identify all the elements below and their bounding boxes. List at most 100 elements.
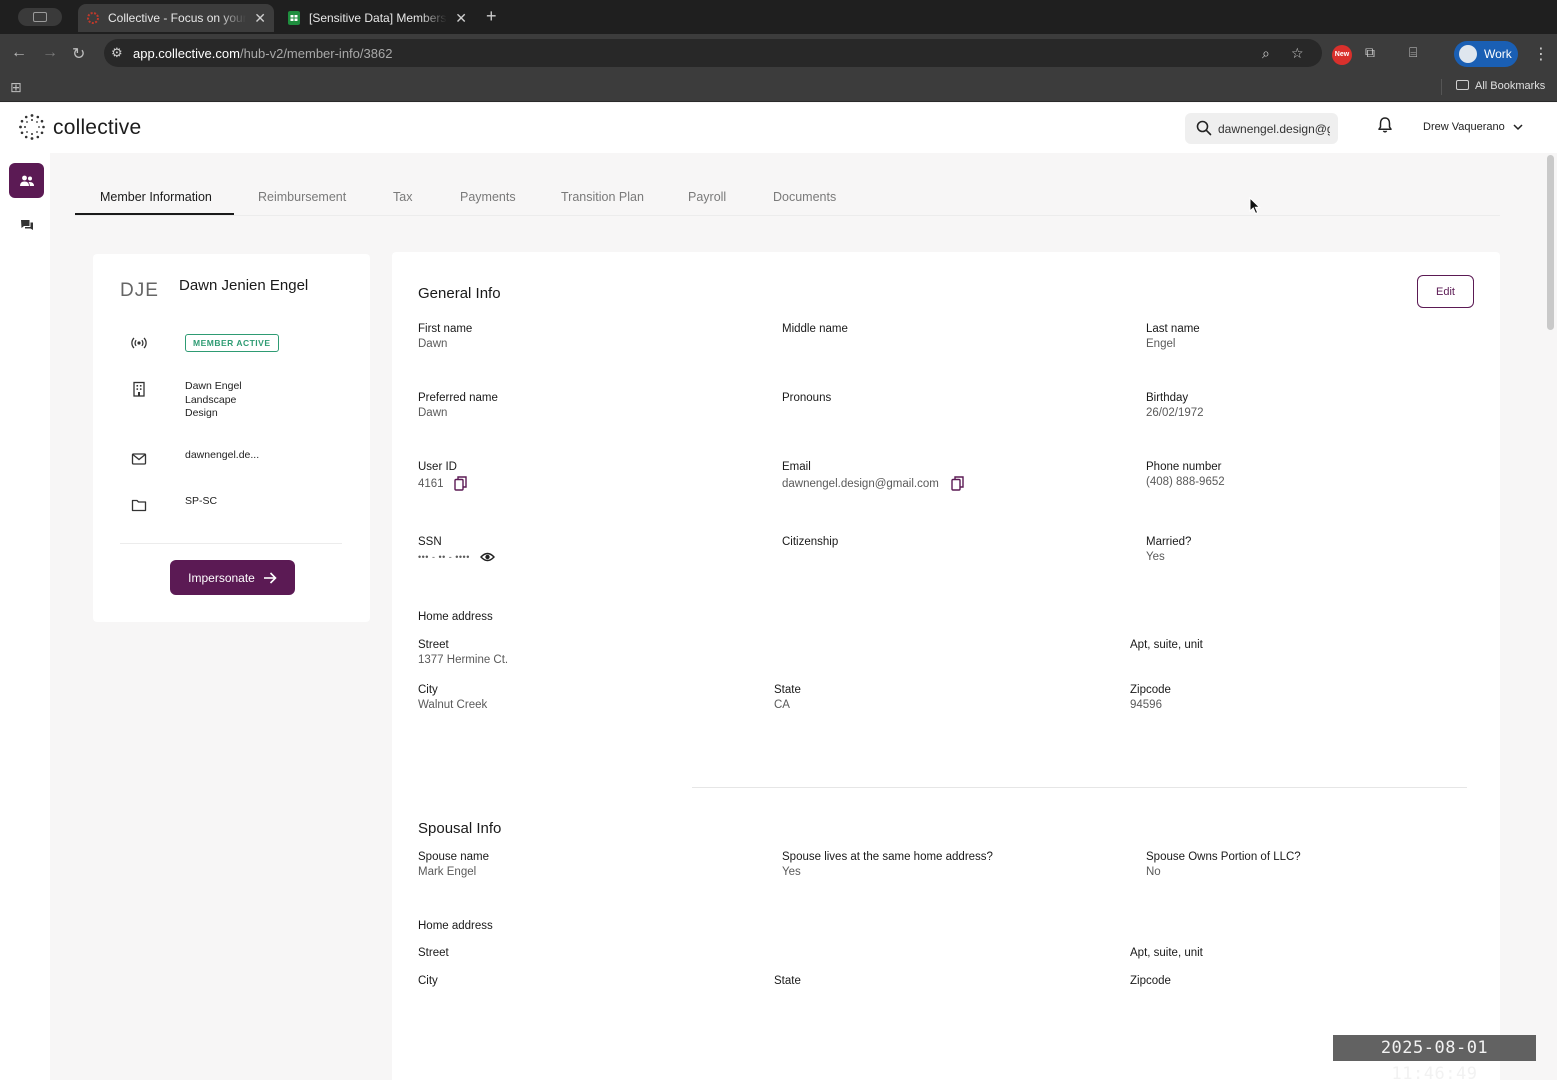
browser-tab-sheets[interactable]: [Sensitive Data] Members wi ✕: [279, 4, 475, 32]
middle-name-field: Middle name: [782, 323, 848, 338]
edit-button[interactable]: Edit: [1417, 275, 1474, 308]
extension-new-badge[interactable]: New: [1332, 45, 1352, 65]
apps-grid-icon[interactable]: ⊞: [10, 79, 22, 96]
reload-icon[interactable]: ↻: [72, 44, 85, 64]
all-bookmarks-button[interactable]: All Bookmarks: [1456, 80, 1545, 92]
field-label: State: [774, 684, 801, 696]
field-label: Last name: [1146, 323, 1200, 335]
chevron-down-icon: [1513, 124, 1523, 131]
member-tabs: Member Information Reimbursement Tax Pay…: [75, 182, 1500, 216]
rail-messages-button[interactable]: [9, 208, 44, 243]
tab-member-information[interactable]: Member Information: [100, 190, 212, 204]
spouse-street-field: Street: [418, 947, 449, 962]
extensions-puzzle-icon[interactable]: ⧉: [1365, 44, 1375, 61]
browser-profile-button[interactable]: Work: [1454, 41, 1518, 67]
browser-menu-icon[interactable]: ⋮: [1533, 44, 1549, 64]
impersonate-label: Impersonate: [188, 570, 255, 585]
search-input[interactable]: [1218, 120, 1330, 138]
new-tab-button[interactable]: +: [486, 6, 497, 27]
logo-wordmark[interactable]: collective: [53, 116, 141, 140]
browser-toolbar: ← → ↻ ⚙ app.collective.com/hub-v2/member…: [0, 34, 1557, 72]
building-icon: [133, 381, 145, 397]
tab-transition-plan[interactable]: Transition Plan: [561, 190, 644, 204]
field-label: Spouse name: [418, 851, 489, 863]
back-arrow-icon[interactable]: ←: [11, 44, 27, 62]
field-value: Dawn: [418, 407, 448, 419]
bookmarks-separator: [1441, 79, 1442, 95]
bookmark-star-icon[interactable]: ☆: [1291, 45, 1304, 62]
url-text: app.collective.com/hub-v2/member-info/38…: [133, 46, 393, 61]
browser-tab-title: [Sensitive Data] Members wi: [309, 11, 448, 25]
field-label: Street: [418, 947, 449, 959]
zoom-icon[interactable]: ⌕: [1262, 45, 1270, 62]
rail-members-button[interactable]: [9, 163, 44, 198]
tab-tax[interactable]: Tax: [393, 190, 412, 204]
user-id-field: User ID 4161: [418, 461, 467, 491]
member-name: Dawn Jenien Engel: [179, 277, 309, 294]
company-line: Dawn Engel: [185, 380, 242, 392]
spouse-owns-llc-field: Spouse Owns Portion of LLC? No: [1146, 851, 1301, 878]
member-search[interactable]: [1185, 113, 1338, 144]
member-info-panel: General Info Edit First name Dawn Middle…: [392, 252, 1500, 1080]
site-settings-icon[interactable]: ⚙: [111, 45, 123, 61]
close-icon[interactable]: ✕: [455, 10, 467, 27]
company-line: Design: [185, 407, 218, 419]
field-label: Citizenship: [782, 536, 839, 548]
people-icon: [19, 175, 34, 186]
field-value: 1377 Hermine Ct.: [418, 654, 509, 666]
browser-tab-title: Collective - Focus on your pa: [108, 11, 247, 25]
spouse-city-field: City: [418, 975, 438, 990]
field-value: 4161: [418, 476, 467, 491]
copy-icon[interactable]: [951, 476, 964, 491]
field-label: City: [418, 684, 438, 696]
citizenship-field: Citizenship: [782, 536, 838, 551]
browser-tabstrip: Collective - Focus on your pa ✕ [Sensiti…: [0, 0, 1557, 34]
tab-payroll[interactable]: Payroll: [688, 190, 726, 204]
avatar: DJE: [120, 280, 159, 301]
preferred-name-field: Preferred name Dawn: [418, 392, 498, 419]
street-field: Street 1377 Hermine Ct.: [418, 639, 508, 666]
broadcast-icon: [131, 337, 147, 349]
spouse-same-address-field: Spouse lives at the same home address? Y…: [782, 851, 993, 878]
forward-arrow-icon[interactable]: →: [42, 44, 58, 62]
phone-field: Phone number (408) 888-9652: [1146, 461, 1225, 488]
tab-search-button[interactable]: [18, 8, 62, 26]
scrollbar-thumb[interactable]: [1547, 155, 1554, 330]
field-label: Preferred name: [418, 392, 498, 404]
all-bookmarks-label: All Bookmarks: [1475, 80, 1546, 92]
eye-icon[interactable]: [479, 551, 495, 563]
search-icon: [1196, 120, 1212, 136]
tab-search-icon[interactable]: ⌸: [1409, 44, 1417, 61]
field-label: Apt, suite, unit: [1130, 639, 1203, 651]
chat-icon: [20, 220, 33, 230]
left-rail: [0, 153, 50, 1080]
field-value: ••• - •• - ••••: [418, 551, 495, 563]
address-bar[interactable]: ⚙ app.collective.com/hub-v2/member-info/…: [104, 39, 1322, 67]
field-label: Birthday: [1146, 392, 1189, 404]
field-label: First name: [418, 323, 473, 335]
collective-logo-icon[interactable]: [18, 113, 46, 141]
tab-payments[interactable]: Payments: [460, 190, 516, 204]
email-value: dawnengel.design@gmail.com: [782, 477, 939, 490]
impersonate-button[interactable]: Impersonate: [170, 560, 295, 595]
close-icon[interactable]: ✕: [254, 10, 266, 27]
recording-timestamp: 2025-08-01 11:46:49: [1333, 1035, 1536, 1080]
user-menu[interactable]: Drew Vaquerano: [1423, 121, 1523, 133]
field-label: Middle name: [782, 323, 848, 335]
spouse-state-field: State: [774, 975, 801, 990]
tab-documents[interactable]: Documents: [773, 190, 836, 204]
notification-bell-icon[interactable]: [1376, 116, 1394, 134]
collective-favicon-icon: [87, 12, 99, 24]
tab-reimbursement[interactable]: Reimbursement: [258, 190, 346, 204]
pronouns-field: Pronouns: [782, 392, 831, 407]
general-info-title: General Info: [418, 285, 501, 302]
home-address-title: Home address: [418, 611, 493, 623]
copy-icon[interactable]: [453, 476, 467, 491]
field-value: CA: [774, 699, 790, 711]
browser-tab-collective[interactable]: Collective - Focus on your pa ✕: [78, 4, 274, 32]
field-value: Yes: [782, 866, 801, 878]
apt-field: Apt, suite, unit: [1130, 639, 1203, 654]
company-name: Dawn Engel Landscape Design: [185, 380, 242, 421]
page-scrollbar[interactable]: [1546, 155, 1555, 1075]
field-value: dawnengel.design@gmail.com: [782, 476, 964, 491]
